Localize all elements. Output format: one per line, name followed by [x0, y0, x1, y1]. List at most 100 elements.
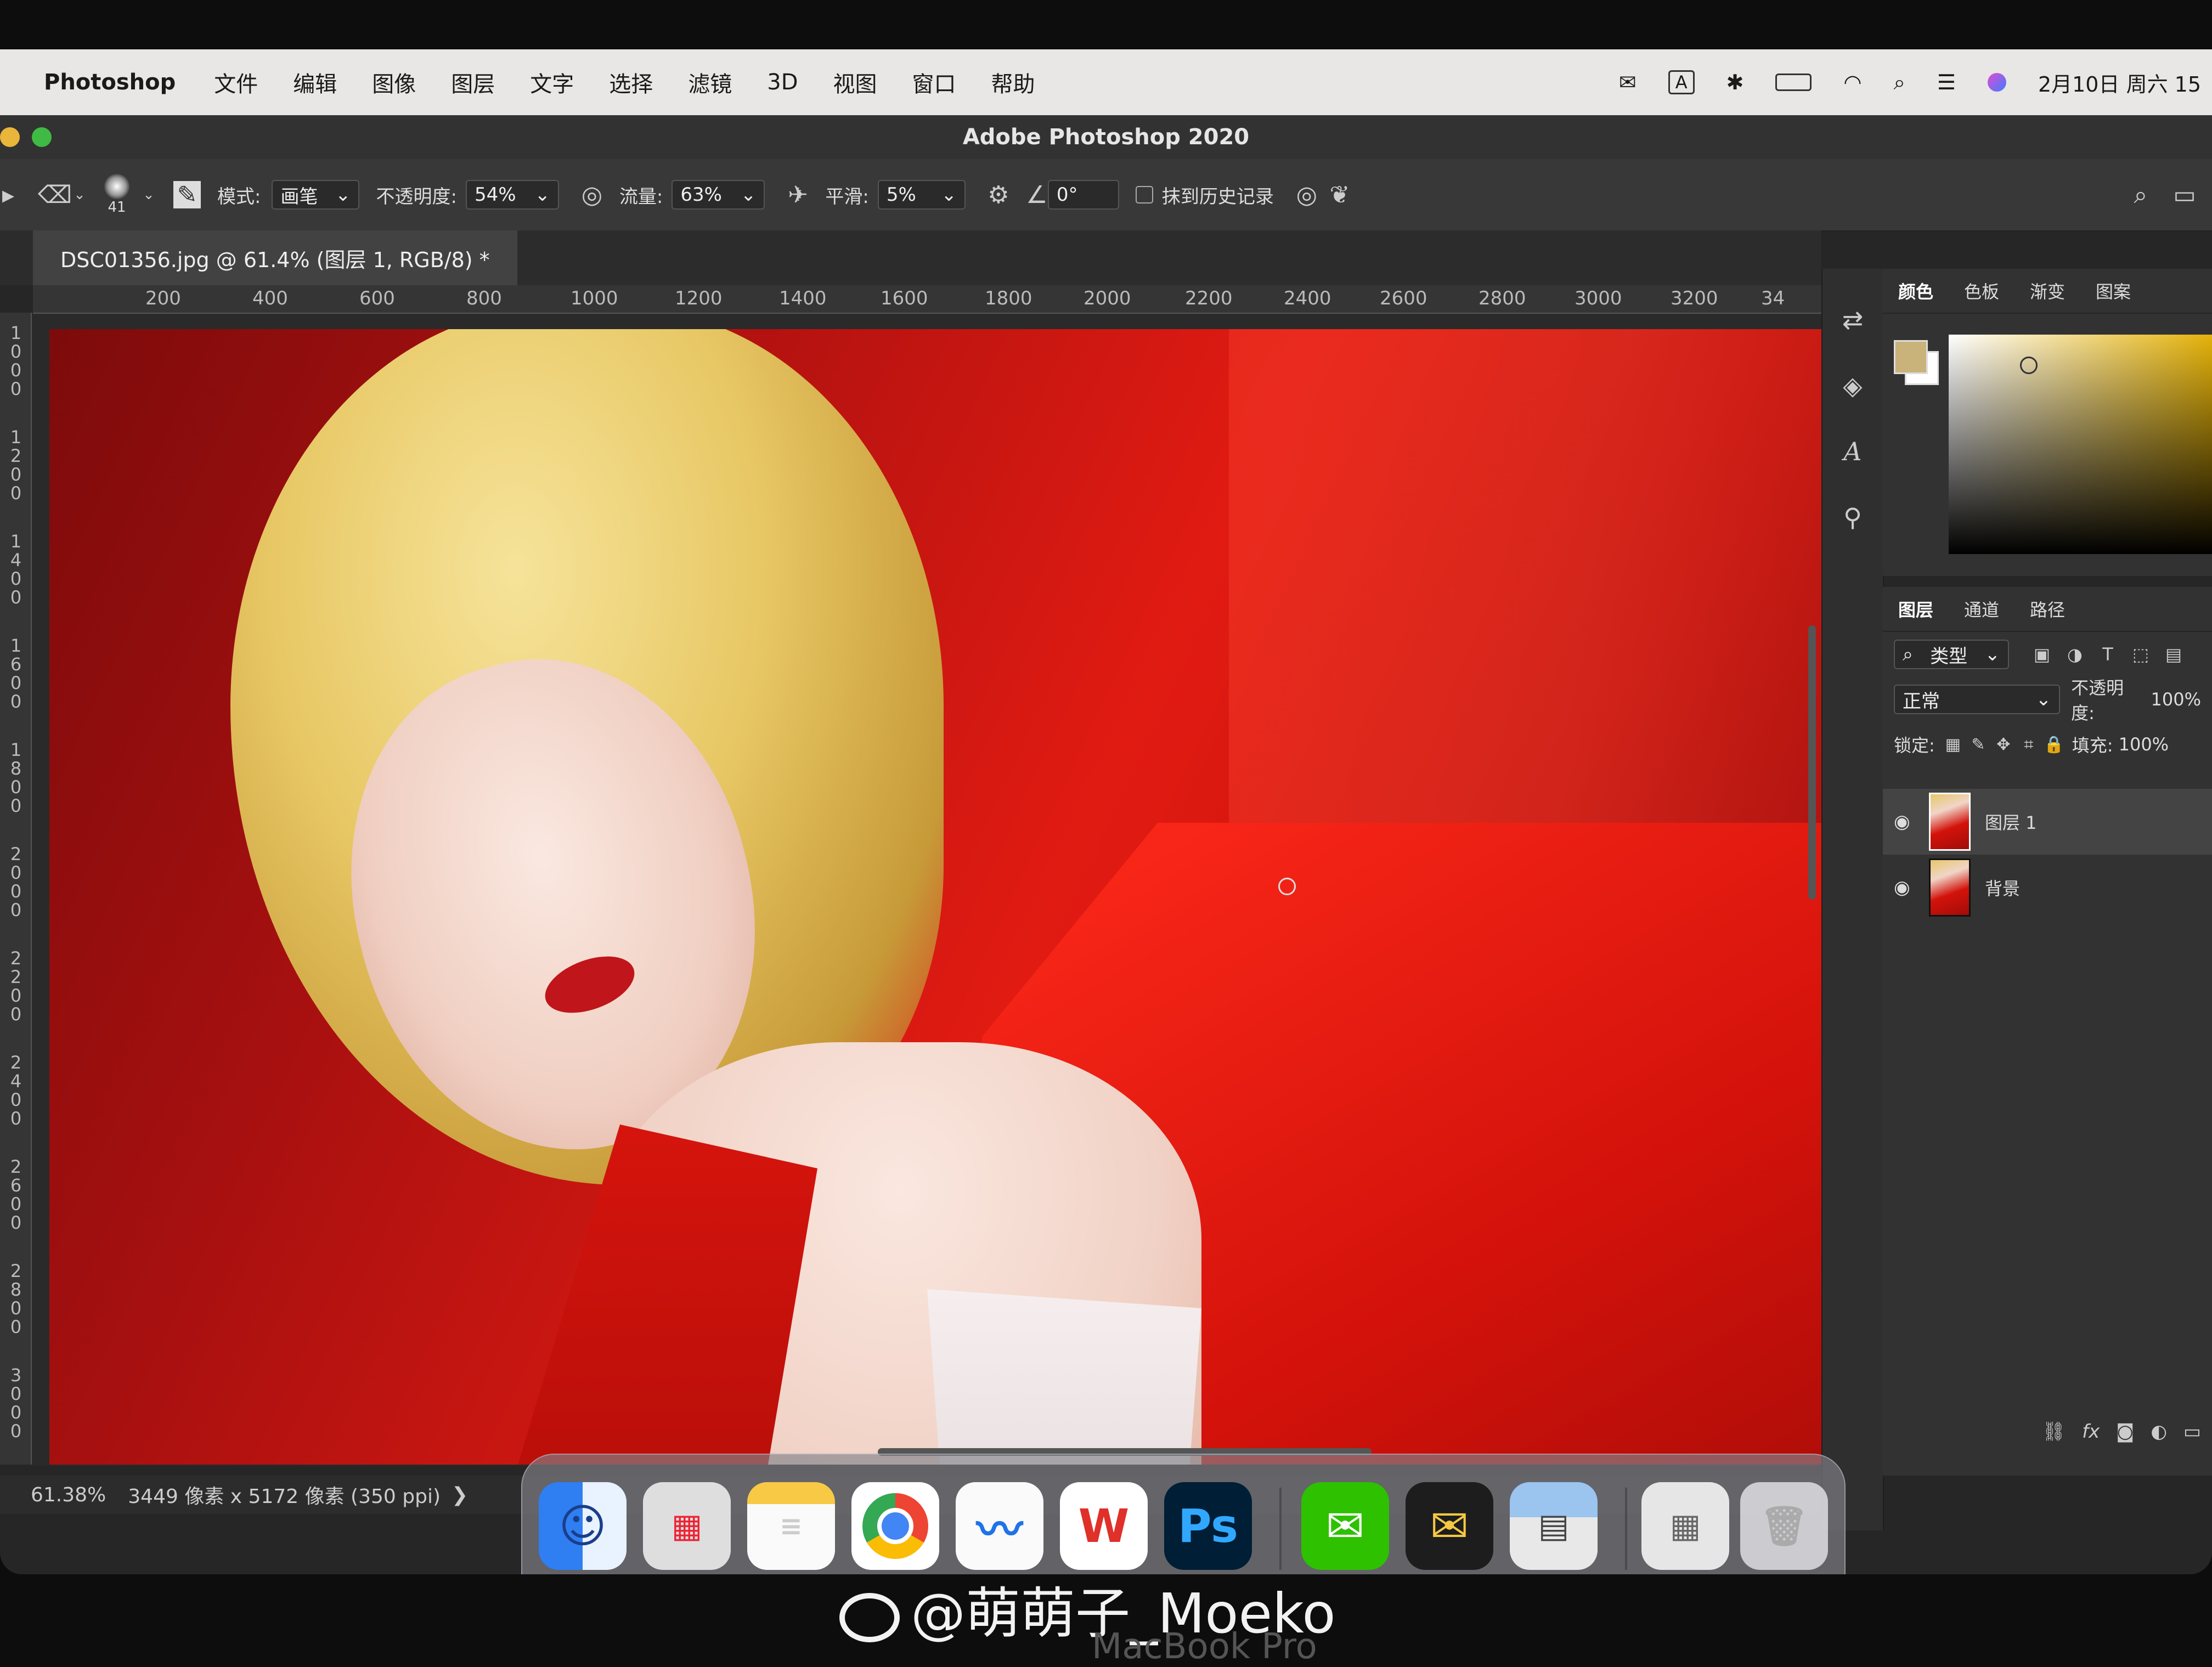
eye-icon[interactable]: ◉ [1894, 811, 1918, 833]
chevron-down-icon[interactable]: ⌄ [71, 178, 88, 211]
wechat-icon[interactable]: ✉ [1301, 1482, 1389, 1570]
workspace-icon[interactable]: ▭ [2168, 178, 2201, 211]
filter-pixel-icon[interactable]: ▣ [2025, 638, 2058, 671]
document-tab[interactable]: DSC01356.jpg @ 61.4% (图层 1, RGB/8) * [33, 230, 517, 285]
symmetry-icon[interactable]: ❦ [1323, 178, 1356, 211]
preview-app-icon[interactable]: ✉ [1406, 1482, 1493, 1570]
brush-preview-icon[interactable] [104, 174, 129, 199]
layer-filter-select[interactable]: ⌕ 类型 ⌄ [1894, 640, 2009, 669]
zoom-button[interactable] [32, 127, 52, 147]
battery-icon[interactable] [1775, 74, 1812, 91]
tab-patterns[interactable]: 图案 [2080, 278, 2146, 303]
character-panel-icon[interactable]: A [1835, 433, 1871, 470]
vertical-ruler[interactable]: 1000 1200 1400 1600 1800 2000 2200 2400 … [0, 313, 32, 1465]
menu-filter[interactable]: 滤镜 [688, 66, 732, 98]
tab-gradients[interactable]: 渐变 [2015, 278, 2080, 303]
trash-icon[interactable]: 🗑 [1740, 1482, 1828, 1570]
angle-icon: ∠ [1026, 180, 1048, 209]
image-viewer-icon[interactable]: ▤ [1510, 1482, 1598, 1570]
mode-select[interactable]: 画笔 ⌄ [272, 180, 360, 210]
vertical-scrollbar[interactable] [1808, 625, 1816, 900]
lock-position-icon[interactable]: ✥ [1991, 728, 2016, 761]
add-mask-icon[interactable]: ◙ [2116, 1421, 2134, 1443]
zoom-level[interactable]: 61.38% [31, 1484, 106, 1506]
tab-paths[interactable]: 路径 [2015, 596, 2080, 621]
wifi-icon[interactable]: ◠ [1843, 70, 1861, 94]
input-method-indicator[interactable]: A [1668, 70, 1695, 94]
mode-value: 画笔 [280, 185, 318, 208]
fill-value[interactable]: 100% [2119, 734, 2169, 755]
horizontal-ruler[interactable]: 200 400 600 800 1000 1200 1400 1600 1800… [33, 285, 1821, 314]
menu-select[interactable]: 选择 [609, 66, 653, 98]
downloads-stack-icon[interactable]: ▦ [1641, 1482, 1729, 1570]
menu-help[interactable]: 帮助 [991, 66, 1035, 98]
lock-pixels-icon[interactable]: ✎ [1966, 728, 1991, 761]
layer-opacity-value[interactable]: 100% [2151, 689, 2201, 710]
siri-icon[interactable] [1987, 73, 2006, 92]
chevron-down-icon[interactable]: ⌄ [140, 178, 157, 211]
finder-icon[interactable]: ☺ [539, 1482, 627, 1570]
freeform-icon[interactable]: 〰 [956, 1482, 1043, 1570]
notes-icon[interactable]: ≡ [747, 1482, 835, 1570]
status-info-arrow[interactable]: ❯ [452, 1484, 468, 1506]
layer-style-button[interactable]: fx [2082, 1421, 2100, 1443]
menu-image[interactable]: 图像 [372, 66, 416, 98]
menu-edit[interactable]: 编辑 [293, 66, 337, 98]
lock-all-icon[interactable]: 🔒 [2041, 728, 2067, 761]
angle-field[interactable]: 0° [1047, 180, 1119, 210]
layer-row[interactable]: ◉ 背景 [1883, 855, 2212, 920]
tab-channels[interactable]: 通道 [1949, 596, 2015, 621]
document-canvas[interactable] [49, 329, 1832, 1465]
tab-layers[interactable]: 图层 [1883, 596, 1949, 621]
clock[interactable]: 2月10日 周六 15 [2038, 67, 2201, 98]
minimize-button[interactable] [0, 127, 20, 147]
menu-layer[interactable]: 图层 [451, 66, 495, 98]
tab-color[interactable]: 颜色 [1883, 278, 1949, 303]
launchpad-icon[interactable]: ▦ [643, 1482, 731, 1570]
menu-app-name[interactable]: Photoshop [44, 70, 176, 95]
menu-file[interactable]: 文件 [214, 66, 258, 98]
control-center-icon[interactable]: ☰ [1937, 70, 1956, 94]
menu-window[interactable]: 窗口 [912, 66, 956, 98]
photoshop-icon[interactable]: Ps [1164, 1482, 1252, 1570]
filter-adjustment-icon[interactable]: ◑ [2058, 638, 2091, 671]
3d-panel-icon[interactable]: ◈ [1835, 368, 1871, 404]
tab-swatches[interactable]: 色板 [1949, 278, 2015, 303]
brush-settings-icon[interactable]: ✎ [173, 181, 201, 209]
lock-transparent-icon[interactable]: ▦ [1940, 728, 1966, 761]
blend-mode-select[interactable]: 正常 ⌄ [1894, 685, 2061, 714]
foreground-color-swatch[interactable] [1894, 340, 1928, 374]
pressure-size-icon[interactable]: ◎ [1290, 178, 1323, 211]
spotlight-search-icon[interactable]: ⌕ [1894, 70, 1905, 95]
smoothing-field[interactable]: 5% ⌄ [877, 180, 966, 210]
filter-shape-icon[interactable]: ⬚ [2124, 638, 2157, 671]
color-picker-field[interactable] [1949, 335, 2212, 554]
chrome-icon[interactable] [851, 1482, 939, 1570]
gear-icon[interactable]: ⚙ [982, 178, 1015, 211]
link-layers-icon[interactable]: ⛓ [2042, 1421, 2066, 1443]
clone-source-icon[interactable]: ⚲ [1835, 499, 1871, 535]
eye-icon[interactable]: ◉ [1894, 877, 1918, 899]
opacity-field[interactable]: 54% ⌄ [465, 180, 559, 210]
new-adjustment-icon[interactable]: ◐ [2151, 1421, 2167, 1443]
airbrush-icon[interactable]: ✈ [781, 178, 814, 211]
menu-3d[interactable]: 3D [767, 70, 798, 95]
eraser-tool-icon[interactable]: ⌫ [38, 178, 72, 211]
wps-office-icon[interactable]: W [1060, 1482, 1148, 1570]
wechat-icon[interactable]: ✉ [1619, 70, 1637, 94]
menu-view[interactable]: 视图 [833, 66, 877, 98]
pressure-opacity-icon[interactable]: ◎ [575, 178, 608, 211]
search-icon[interactable]: ⌕ [2124, 178, 2157, 211]
layer-row[interactable]: ◉ 图层 1 [1883, 789, 2212, 855]
filter-type-icon[interactable]: T [2091, 638, 2124, 671]
lock-artboard-icon[interactable]: ⌗ [2016, 728, 2041, 761]
flow-field[interactable]: 63% ⌄ [672, 180, 765, 210]
erase-to-history-checkbox[interactable] [1135, 186, 1153, 204]
history-panel-icon[interactable]: ⇄ [1835, 302, 1871, 338]
new-group-icon[interactable]: ▭ [2183, 1421, 2201, 1443]
home-icon[interactable]: ▸ [0, 178, 16, 211]
filter-smart-object-icon[interactable]: ▤ [2157, 638, 2190, 671]
menu-type[interactable]: 文字 [530, 66, 574, 98]
color-picker-handle[interactable] [2020, 357, 2038, 374]
bluetooth-icon[interactable]: ✱ [1726, 70, 1744, 94]
